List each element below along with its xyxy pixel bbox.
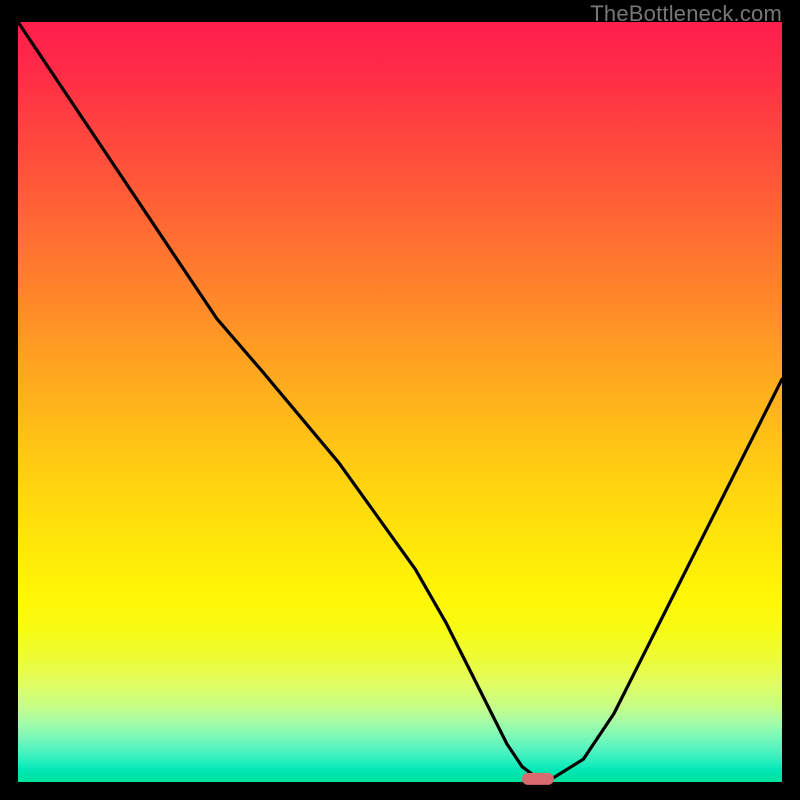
watermark-text: TheBottleneck.com xyxy=(590,1,782,27)
plot-area xyxy=(18,22,782,782)
optimum-marker xyxy=(521,773,553,785)
bottleneck-curve xyxy=(18,22,782,782)
chart-frame: TheBottleneck.com xyxy=(0,0,800,800)
